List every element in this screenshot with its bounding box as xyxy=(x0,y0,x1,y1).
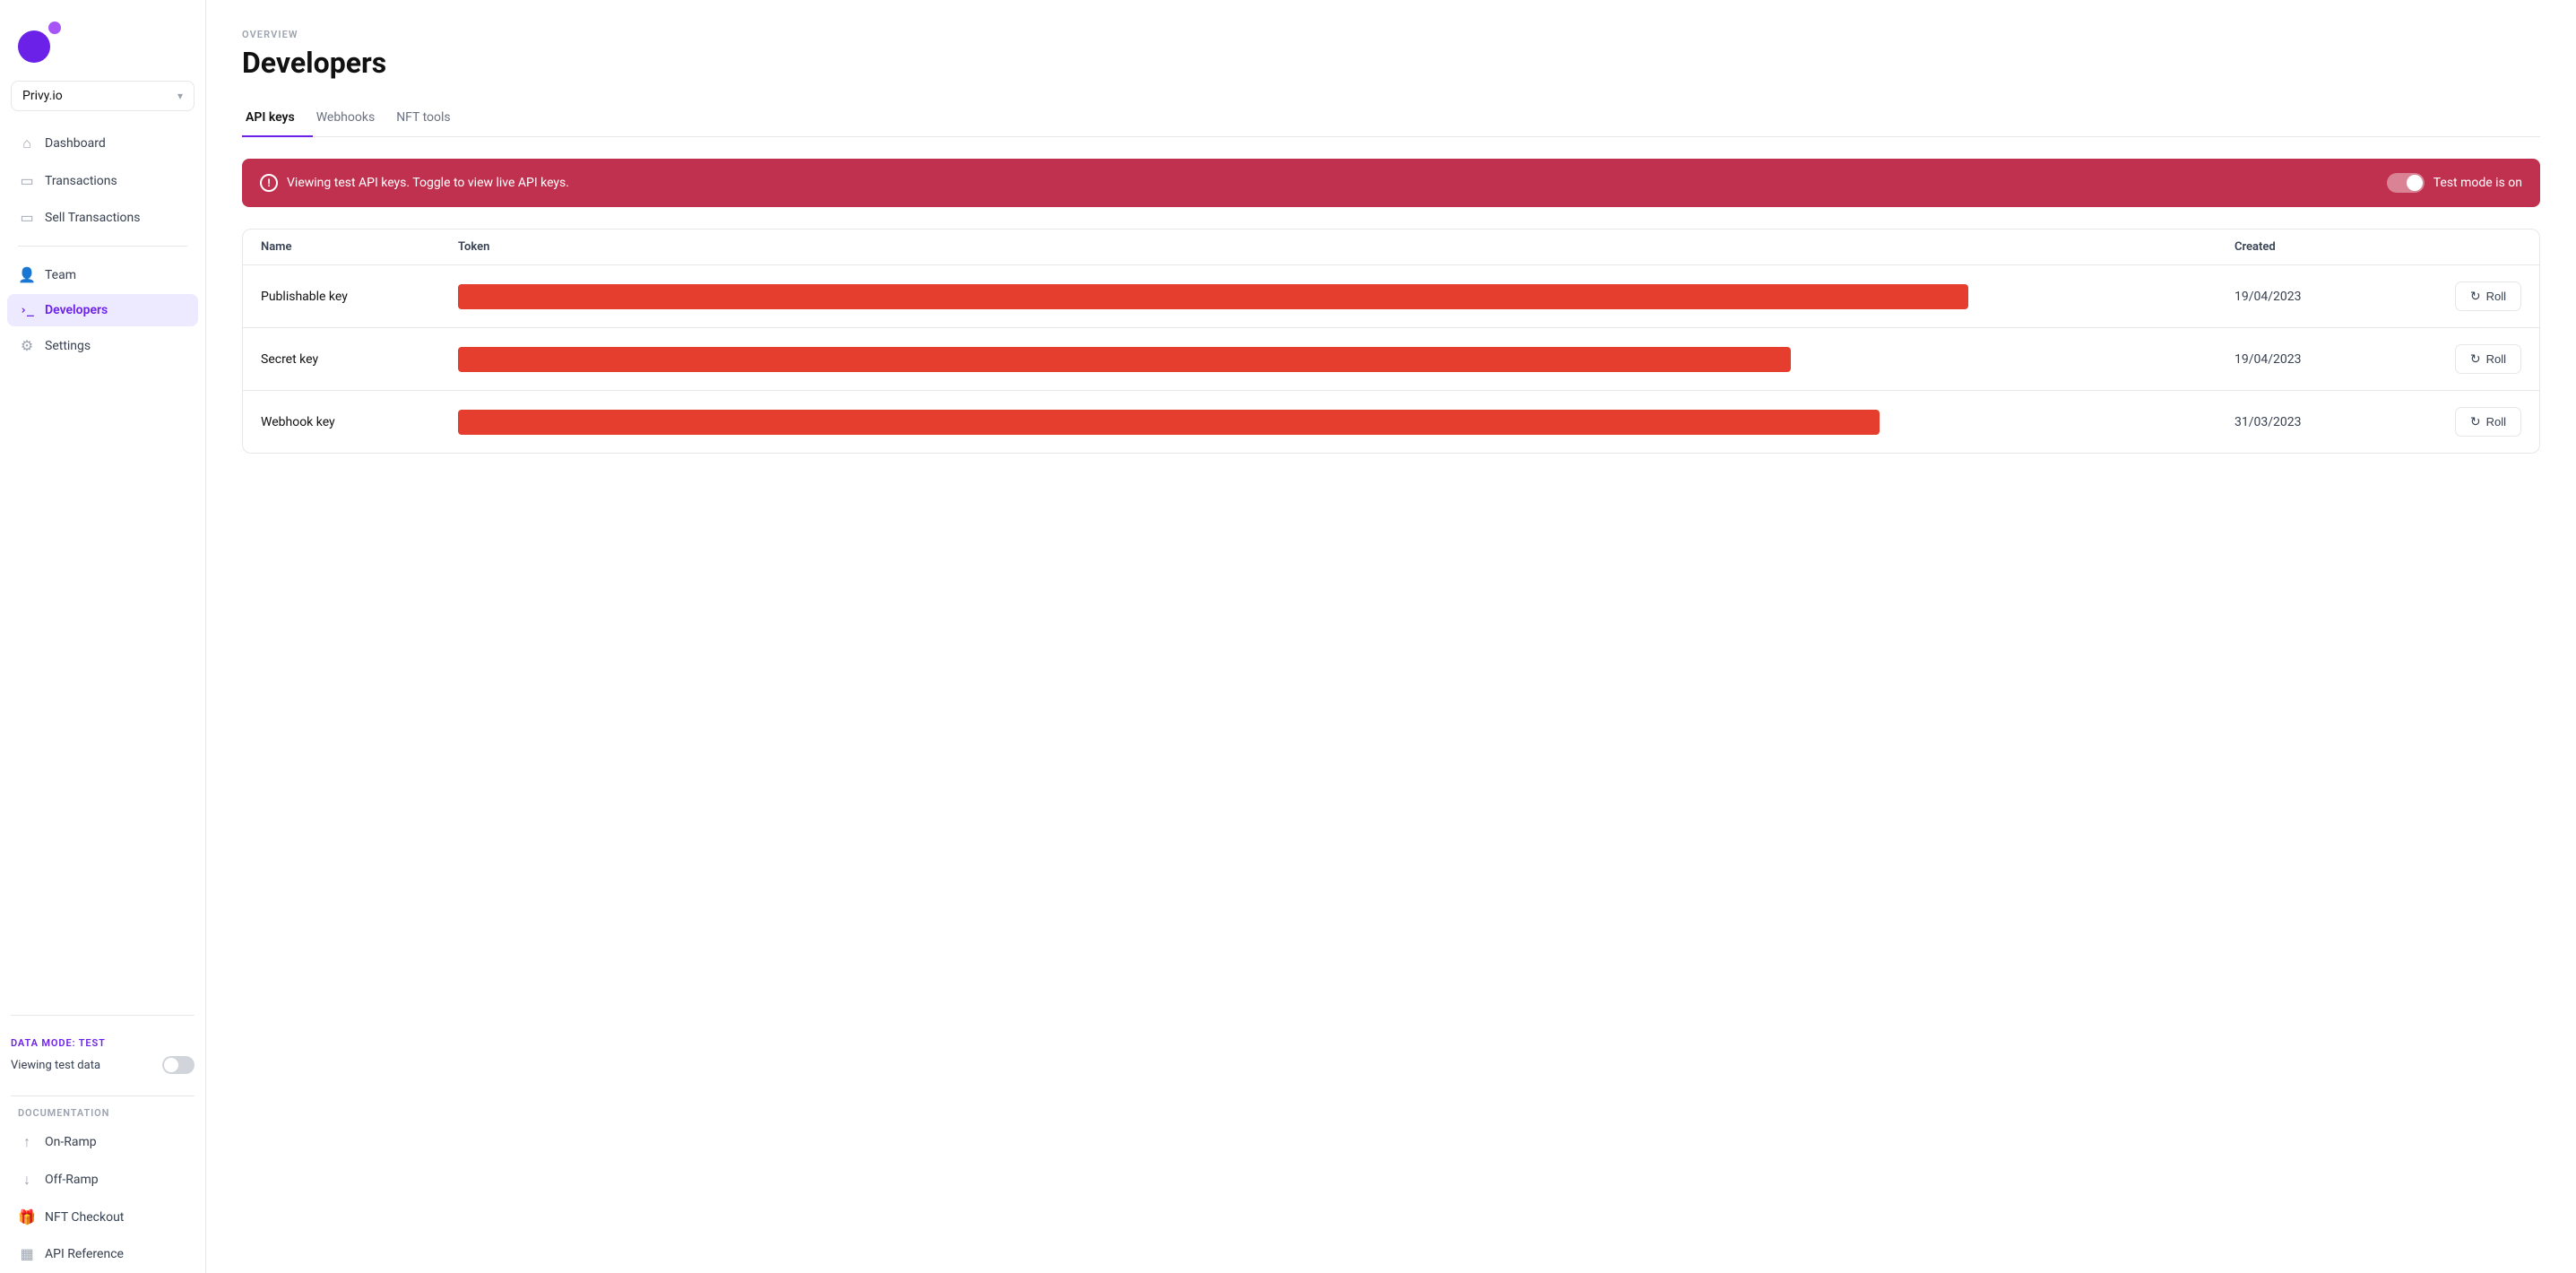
sidebar-item-on-ramp[interactable]: ↑ On-Ramp xyxy=(7,1124,198,1160)
table-row: Secret key 19/04/2023 ↻ Roll xyxy=(243,328,2539,391)
logo-circle-small xyxy=(48,22,61,34)
home-icon: ⌂ xyxy=(18,134,36,152)
tab-webhooks[interactable]: Webhooks xyxy=(313,101,393,137)
col-token: Token xyxy=(458,240,2235,254)
tab-nft-tools[interactable]: NFT tools xyxy=(393,101,468,137)
sidebar-item-dashboard[interactable]: ⌂ Dashboard xyxy=(7,126,198,161)
tab-api-keys[interactable]: API keys xyxy=(242,101,313,137)
page-overview-label: OVERVIEW xyxy=(242,29,2540,40)
col-created: Created xyxy=(2235,240,2414,254)
roll-icon: ↻ xyxy=(2470,414,2481,429)
sidebar-item-label: Sell Transactions xyxy=(45,211,141,225)
sidebar-item-label: On-Ramp xyxy=(45,1135,97,1149)
alert-left: ! Viewing test API keys. Toggle to view … xyxy=(260,174,569,192)
col-actions xyxy=(2414,240,2521,254)
main-content: OVERVIEW Developers API keys Webhooks NF… xyxy=(206,0,2576,1273)
sidebar-item-label: API Reference xyxy=(45,1247,124,1261)
data-mode-label: DATA MODE: TEST xyxy=(11,1037,194,1049)
key-token-bar xyxy=(458,347,2235,372)
test-data-toggle-row: Viewing test data xyxy=(11,1056,194,1074)
sidebar-item-label: NFT Checkout xyxy=(45,1210,124,1225)
roll-button-publishable[interactable]: ↻ Roll xyxy=(2455,281,2521,311)
sidebar-item-team[interactable]: 👤 Team xyxy=(7,257,198,292)
roll-label: Roll xyxy=(2486,352,2506,366)
roll-label: Roll xyxy=(2486,415,2506,429)
sidebar-item-label: Developers xyxy=(45,303,108,317)
roll-label: Roll xyxy=(2486,290,2506,303)
sidebar-item-off-ramp[interactable]: ↓ Off-Ramp xyxy=(7,1162,198,1198)
key-name: Publishable key xyxy=(261,290,458,304)
alert-right: Test mode is on xyxy=(2387,173,2522,193)
sidebar-item-transactions[interactable]: ▭ Transactions xyxy=(7,163,198,198)
sidebar-item-nft-checkout[interactable]: 🎁 NFT Checkout xyxy=(7,1199,198,1234)
alert-info-icon: ! xyxy=(260,174,278,192)
key-name: Webhook key xyxy=(261,415,458,429)
off-ramp-icon: ↓ xyxy=(18,1171,36,1189)
logo-icon xyxy=(18,18,63,63)
data-mode-section: DATA MODE: TEST Viewing test data xyxy=(0,1026,205,1085)
sidebar-item-api-reference[interactable]: ▦ API Reference xyxy=(7,1236,198,1271)
roll-button-webhook[interactable]: ↻ Roll xyxy=(2455,407,2521,437)
workspace-selector[interactable]: Privy.io ▾ xyxy=(11,81,194,111)
key-token-bar xyxy=(458,410,2235,435)
roll-button-secret[interactable]: ↻ Roll xyxy=(2455,344,2521,374)
workspace-label: Privy.io xyxy=(22,89,63,103)
table-header: Name Token Created xyxy=(243,229,2539,265)
team-icon: 👤 xyxy=(18,266,36,283)
key-created: 31/03/2023 xyxy=(2235,415,2414,429)
test-data-toggle[interactable] xyxy=(162,1056,194,1074)
sidebar-item-sell-transactions[interactable]: ▭ Sell Transactions xyxy=(7,200,198,235)
test-mode-alert-banner: ! Viewing test API keys. Toggle to view … xyxy=(242,159,2540,207)
key-created: 19/04/2023 xyxy=(2235,290,2414,304)
viewing-test-data-label: Viewing test data xyxy=(11,1059,100,1072)
settings-icon: ⚙ xyxy=(18,337,36,354)
col-name: Name xyxy=(261,240,458,254)
sidebar-item-label: Team xyxy=(45,268,76,282)
sidebar: Privy.io ▾ ⌂ Dashboard ▭ Transactions ▭ … xyxy=(0,0,206,1273)
nft-checkout-icon: 🎁 xyxy=(18,1208,36,1225)
chevron-down-icon: ▾ xyxy=(177,90,183,102)
api-reference-icon: ▦ xyxy=(18,1245,36,1262)
logo-circle-big xyxy=(18,30,50,63)
table-row: Webhook key 31/03/2023 ↻ Roll xyxy=(243,391,2539,453)
sidebar-divider-3 xyxy=(11,1095,194,1096)
docs-section: DOCUMENTATION ↑ On-Ramp ↓ Off-Ramp 🎁 NFT… xyxy=(0,1107,205,1273)
sidebar-item-label: Dashboard xyxy=(45,136,106,151)
page-tabs: API keys Webhooks NFT tools xyxy=(242,101,2540,137)
developers-icon: ›_ xyxy=(18,304,36,317)
test-mode-toggle[interactable] xyxy=(2387,173,2425,193)
docs-section-label: DOCUMENTATION xyxy=(7,1107,198,1124)
key-token-bar xyxy=(458,284,2235,309)
key-created: 19/04/2023 xyxy=(2235,352,2414,367)
sidebar-item-label: Settings xyxy=(45,339,91,353)
alert-message: Viewing test API keys. Toggle to view li… xyxy=(287,176,569,190)
sidebar-item-label: Transactions xyxy=(45,174,117,188)
sidebar-divider-2 xyxy=(11,1015,194,1016)
sidebar-item-settings[interactable]: ⚙ Settings xyxy=(7,328,198,363)
sidebar-nav: ⌂ Dashboard ▭ Transactions ▭ Sell Transa… xyxy=(0,126,205,1004)
logo-area xyxy=(0,18,205,81)
on-ramp-icon: ↑ xyxy=(18,1133,36,1151)
roll-icon: ↻ xyxy=(2470,289,2481,304)
key-name: Secret key xyxy=(261,352,458,367)
table-row: Publishable key 19/04/2023 ↻ Roll xyxy=(243,265,2539,328)
test-mode-label: Test mode is on xyxy=(2433,176,2522,190)
roll-icon: ↻ xyxy=(2470,351,2481,367)
api-keys-table: Name Token Created Publishable key 19/04… xyxy=(242,229,2540,454)
sidebar-item-developers[interactable]: ›_ Developers xyxy=(7,294,198,326)
sidebar-divider xyxy=(18,246,187,247)
transactions-icon: ▭ xyxy=(18,172,36,189)
page-title: Developers xyxy=(242,46,2540,80)
sidebar-item-label: Off-Ramp xyxy=(45,1173,99,1187)
sell-transactions-icon: ▭ xyxy=(18,209,36,226)
